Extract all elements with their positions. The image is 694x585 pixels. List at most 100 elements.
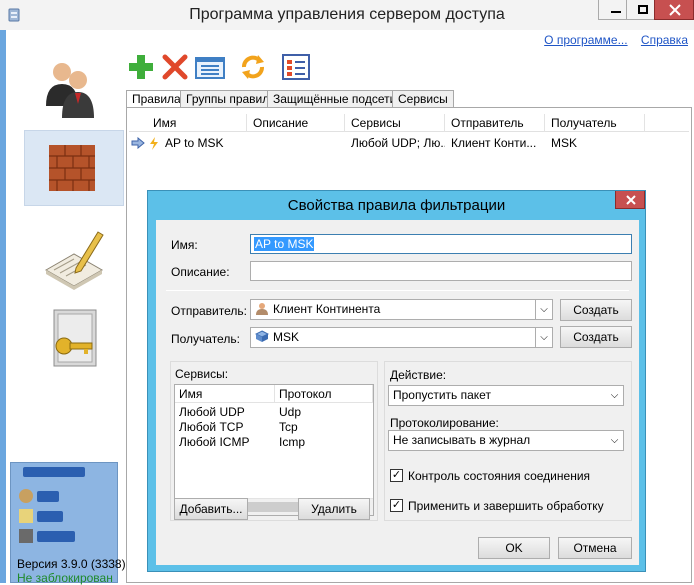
finish-processing-checkbox[interactable]: ✓ [390, 499, 403, 512]
tab-services[interactable]: Сервисы [392, 90, 454, 108]
status-panel: Версия 3.9.0 (3338) Не заблокирован [10, 462, 126, 585]
column-header-service-name[interactable]: Имя [175, 385, 275, 403]
title-bar[interactable]: Программа управления сервером доступа [0, 0, 694, 30]
service-protocol: Tcp [279, 420, 298, 434]
dialog-title: Свойства правила фильтрации [287, 197, 506, 214]
finish-processing-label: Применить и завершить обработку [408, 499, 604, 513]
add-button[interactable] [126, 52, 156, 82]
left-navigation: Версия 3.9.0 (3338) Не заблокирован [6, 30, 126, 585]
status-row [19, 489, 109, 505]
services-list[interactable]: Имя Протокол Любой UDP Udp Любой TCP Tcp… [174, 384, 374, 516]
column-header-receiver[interactable]: Получатель [545, 114, 645, 132]
columns-button[interactable] [280, 52, 312, 82]
column-header-description[interactable]: Описание [247, 114, 345, 132]
add-service-button[interactable]: Добавить... [174, 498, 248, 520]
cancel-button[interactable]: Отмена [558, 537, 632, 559]
rule-sender: Клиент Конти... [451, 136, 537, 150]
users-small-icon [19, 489, 33, 503]
dialog-close-button[interactable] [615, 191, 645, 209]
nav-journal[interactable] [24, 220, 124, 296]
column-header-name[interactable]: Имя [147, 114, 247, 132]
nav-users[interactable] [24, 46, 124, 122]
list-item[interactable]: Любой ICMP Icmp [175, 435, 373, 450]
columns-icon [282, 54, 310, 80]
name-label: Имя: [171, 238, 198, 252]
network-icon [255, 330, 269, 342]
status-row [19, 529, 109, 545]
chevron-down-icon: ⌵ [606, 386, 623, 405]
sender-value: Клиент Континента [273, 302, 381, 316]
name-value: AP to MSK [254, 237, 315, 251]
status-blob [37, 491, 59, 502]
delete-icon [162, 54, 188, 80]
ok-button[interactable]: OK [478, 537, 550, 559]
logging-select[interactable]: Не записывать в журнал ⌵ [388, 430, 624, 451]
about-link[interactable]: О программе... [544, 33, 627, 47]
nav-firewall[interactable] [24, 130, 124, 206]
action-select[interactable]: Пропустить пакет ⌵ [388, 385, 624, 406]
service-protocol: Udp [279, 405, 302, 419]
chevron-down-icon: ⌵ [535, 300, 552, 319]
divider [166, 290, 629, 291]
chevron-down-icon: ⌵ [535, 328, 552, 347]
rule-lightning-icon [150, 137, 158, 150]
create-receiver-button[interactable]: Создать [560, 326, 632, 348]
table-row[interactable]: AP to MSK Любой UDP; Лю... Клиент Конти.… [129, 136, 689, 152]
action-label: Действие: [390, 368, 447, 382]
toolbar [124, 48, 694, 86]
receiver-select[interactable]: MSK ⌵ [250, 327, 553, 348]
service-protocol: Icmp [279, 435, 306, 449]
minimize-icon [611, 11, 621, 13]
pass-arrow-icon [131, 137, 145, 149]
create-sender-button[interactable]: Создать [560, 299, 632, 321]
receiver-label: Получатель: [171, 332, 240, 346]
action-value: Пропустить пакет [393, 388, 491, 402]
description-label: Описание: [171, 265, 230, 279]
top-links: О программе... Справка [534, 33, 688, 47]
column-header-sender[interactable]: Отправитель [445, 114, 545, 132]
status-row [19, 509, 109, 525]
rule-name: AP to MSK [165, 136, 224, 150]
service-name: Любой ICMP [179, 435, 250, 449]
list-item[interactable]: Любой UDP Udp [175, 405, 373, 420]
tab-rule-groups[interactable]: Группы правил [180, 90, 276, 108]
status-blob [37, 531, 75, 542]
sender-label: Отправитель: [171, 304, 247, 318]
rule-receiver: MSK [551, 136, 578, 150]
properties-icon [195, 57, 225, 79]
description-field[interactable] [250, 261, 632, 281]
receiver-value: MSK [273, 330, 300, 344]
column-header-protocol[interactable]: Протокол [275, 385, 373, 403]
firewall-icon [49, 145, 95, 191]
services-label: Сервисы: [175, 367, 229, 381]
column-header-services[interactable]: Сервисы [345, 114, 445, 132]
refresh-button[interactable] [238, 52, 268, 82]
window-title: Программа управления сервером доступа [189, 6, 505, 23]
sender-select[interactable]: Клиент Континента ⌵ [250, 299, 553, 320]
user-icon [256, 303, 268, 315]
status-blob [37, 511, 63, 522]
notebook-pencil-icon [44, 231, 104, 290]
add-icon [129, 55, 153, 79]
list-item[interactable]: Любой TCP Tcp [175, 420, 373, 435]
logging-value: Не записывать в журнал [393, 433, 531, 447]
tab-protected-subnets[interactable]: Защищённые подсети [267, 90, 403, 108]
close-icon [626, 195, 636, 205]
users-icon [46, 63, 94, 118]
services-list-header: Имя Протокол [175, 385, 373, 403]
delete-button[interactable] [160, 52, 190, 82]
document-small-icon [19, 509, 33, 523]
chevron-down-icon: ⌵ [606, 431, 623, 450]
properties-button[interactable] [194, 52, 226, 82]
server-small-icon [19, 529, 33, 543]
nav-keys[interactable] [24, 300, 124, 376]
name-field[interactable]: AP to MSK [250, 234, 632, 254]
maximize-icon [638, 5, 648, 14]
safe-key-icon [53, 309, 97, 367]
close-button[interactable] [654, 0, 694, 20]
help-link[interactable]: Справка [641, 33, 688, 47]
stateful-checkbox[interactable]: ✓ [390, 469, 403, 482]
service-name: Любой UDP [179, 405, 245, 419]
remove-service-button[interactable]: Удалить [298, 498, 370, 520]
rule-services: Любой UDP; Лю... [351, 136, 445, 150]
